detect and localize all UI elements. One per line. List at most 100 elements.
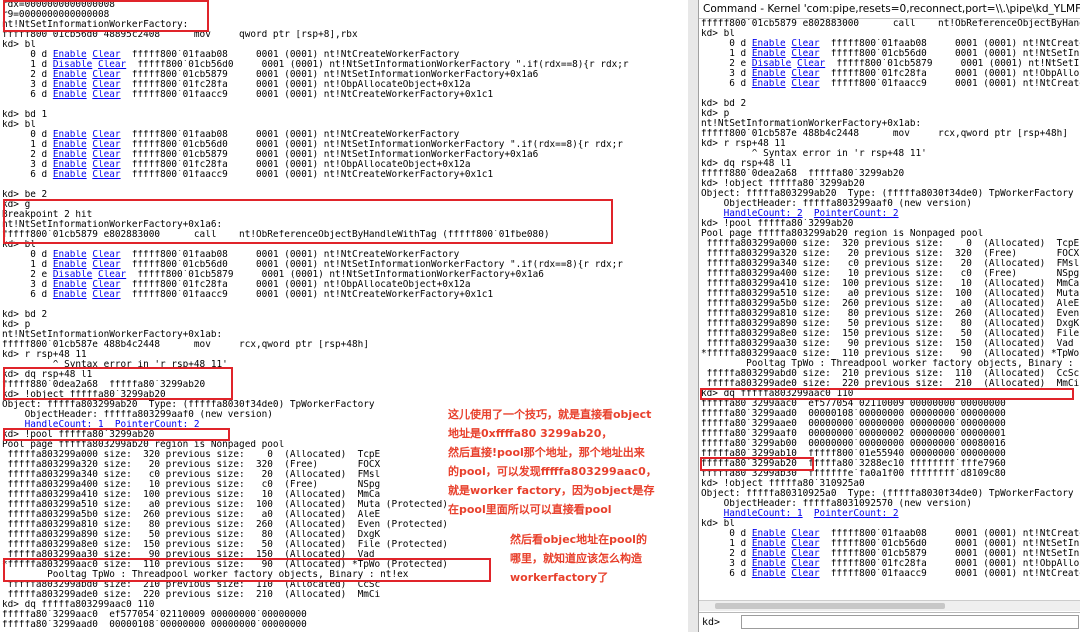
enable-link[interactable]: Enable: [53, 150, 87, 160]
clear-link[interactable]: Clear: [92, 290, 120, 300]
clear-link[interactable]: Clear: [791, 559, 819, 569]
enable-link[interactable]: Enable: [53, 260, 87, 270]
clear-link[interactable]: Clear: [92, 160, 120, 170]
clear-link[interactable]: Clear: [92, 50, 120, 60]
clear-link[interactable]: Clear: [92, 130, 120, 140]
enable-link[interactable]: Enable: [53, 280, 87, 290]
output-line: 2 d Enable Clear fffff800`01cb5879 0001 …: [2, 70, 539, 80]
clear-link[interactable]: Clear: [791, 549, 819, 559]
clear-link[interactable]: Clear: [92, 70, 120, 80]
enable-link[interactable]: Enable: [752, 529, 786, 539]
enable-link[interactable]: Enable: [752, 549, 786, 559]
output-line: 6 d Enable Clear fffff800`01faacc9 0001 …: [701, 79, 1080, 89]
output-line: 3 d Enable Clear fffff800`01fc28fa 0001 …: [2, 80, 471, 90]
enable-link[interactable]: Enable: [53, 70, 87, 80]
clear-link[interactable]: Clear: [791, 79, 819, 89]
clear-link[interactable]: Clear: [791, 39, 819, 49]
enable-link[interactable]: Enable: [53, 160, 87, 170]
enable-link[interactable]: Enable: [53, 290, 87, 300]
enable-link[interactable]: Enable: [53, 130, 87, 140]
output-line: kd> bl: [2, 120, 36, 130]
enable-link[interactable]: Enable: [53, 90, 87, 100]
clear-link[interactable]: Clear: [791, 529, 819, 539]
disable-link[interactable]: Disable: [53, 270, 93, 280]
right-output-lines: fffff800`01cb5879 e802883000 call nt!ObR…: [701, 19, 1080, 579]
clear-link[interactable]: Clear: [92, 90, 120, 100]
output-line: Pooltag TpWo : Threadpool worker factory…: [701, 359, 1080, 369]
clear-link[interactable]: Clear: [791, 69, 819, 79]
enable-link[interactable]: Enable: [53, 140, 87, 150]
clear-link[interactable]: Clear: [92, 170, 120, 180]
clear-link[interactable]: Clear: [791, 49, 819, 59]
enable-link[interactable]: Enable: [752, 69, 786, 79]
enable-link[interactable]: Enable: [53, 170, 87, 180]
clear-link[interactable]: Clear: [797, 59, 825, 69]
annotation-note-construct: 然后看objec地址在pool的 哪里，就知道应该怎么构造 workerfact…: [510, 533, 647, 584]
output-line: fffffa803299a410 size: 100 previous size…: [701, 279, 1080, 289]
output-line: fffffa80`3299aaf0 00000000`00000002 0000…: [701, 429, 1006, 439]
pointercount-link[interactable]: PointerCount: 2: [814, 209, 899, 219]
output-line: kd> g: [2, 200, 31, 210]
clear-link[interactable]: Clear: [98, 60, 126, 70]
output-line: nt!NtSetInformationWorkerFactory+0x1ab:: [701, 119, 922, 129]
output-line: fffffa80`3299ab10 fffff800`01e55940 0000…: [701, 449, 1006, 459]
clear-link[interactable]: Clear: [92, 260, 120, 270]
handlecount-link[interactable]: HandleCount: 2: [724, 209, 803, 219]
output-line: kd> !pool fffffa80`3299ab20: [701, 219, 854, 229]
enable-link[interactable]: Enable: [752, 39, 786, 49]
output-line: Breakpoint 2 hit: [2, 210, 93, 220]
output-line: nt!NtSetInformationWorkerFactory+0x1ab:: [2, 330, 223, 340]
disable-link[interactable]: Disable: [53, 60, 93, 70]
output-line: fffffa803299a340 size: c0 previous size:…: [701, 259, 1080, 269]
output-line: ^ Syntax error in 'r rsp+48 11': [2, 360, 228, 370]
output-line: 0 d Enable Clear fffff800`01faab08 0001 …: [2, 130, 460, 140]
output-line: fffffa803299ade0 size: 220 previous size…: [2, 590, 381, 600]
output-line: fffffa80`3299aac0 ef577054`02110009 0000…: [701, 399, 1006, 409]
clear-link[interactable]: Clear: [92, 250, 120, 260]
handlecount-link[interactable]: HandleCount: 1: [25, 420, 104, 430]
output-line: fffffa803299a320 size: 20 previous size:…: [701, 249, 1080, 259]
enable-link[interactable]: Enable: [752, 559, 786, 569]
enable-link[interactable]: Enable: [752, 79, 786, 89]
clear-link[interactable]: Clear: [92, 280, 120, 290]
output-line: 3 d Enable Clear fffff800`01fc28fa 0001 …: [701, 69, 1080, 79]
windbg-command-window[interactable]: Command - Kernel 'com:pipe,resets=0,reco…: [698, 0, 1080, 632]
clear-link[interactable]: Clear: [791, 539, 819, 549]
command-input[interactable]: [741, 615, 1079, 629]
horizontal-scrollbar[interactable]: [699, 600, 1080, 611]
clear-link[interactable]: Clear: [92, 80, 120, 90]
disable-link[interactable]: Disable: [752, 59, 792, 69]
output-line: kd> bl: [2, 240, 36, 250]
output-line: fffff800`01cb56d0 48895c2408 mov qword p…: [2, 30, 358, 40]
output-line: kd> r rsp+48 11: [701, 139, 786, 149]
clear-link[interactable]: Clear: [92, 140, 120, 150]
command-bar: kd>: [699, 612, 1080, 632]
pointercount-link[interactable]: PointerCount: 2: [115, 420, 200, 430]
enable-link[interactable]: Enable: [53, 250, 87, 260]
output-line: fffffa80`3299ab20 fffffa80`3288ec10 ffff…: [701, 459, 1006, 469]
pointercount-link[interactable]: PointerCount: 2: [814, 509, 899, 519]
enable-link[interactable]: Enable: [752, 539, 786, 549]
scrollbar-thumb[interactable]: [715, 603, 945, 609]
enable-link[interactable]: Enable: [752, 49, 786, 59]
enable-link[interactable]: Enable: [53, 80, 87, 90]
output-line: fffffa803299ade0 size: 220 previous size…: [701, 379, 1080, 389]
output-line: kd> dq rsp+48 l1: [701, 159, 792, 169]
clear-link[interactable]: Clear: [791, 569, 819, 579]
enable-link[interactable]: Enable: [53, 50, 87, 60]
handlecount-link[interactable]: HandleCount: 1: [724, 509, 803, 519]
output-line: kd> p: [701, 109, 730, 119]
output-line: 6 d Enable Clear fffff800`01faacc9 0001 …: [2, 90, 494, 100]
clear-link[interactable]: Clear: [98, 270, 126, 280]
output-line: 1 d Enable Clear fffff800`01cb56d0 0001 …: [701, 539, 1080, 549]
output-line: fffff800`01cb5879 e802883000 call nt!ObR…: [701, 19, 1080, 29]
output-line: kd> bl: [701, 519, 735, 529]
output-line: fffff800`01cb5879 e802883000 call nt!ObR…: [2, 230, 550, 240]
output-line: 1 d Enable Clear fffff800`01cb56d0 0001 …: [2, 260, 623, 270]
clear-link[interactable]: Clear: [92, 150, 120, 160]
kernel-debug-output-left[interactable]: rdx=0000000000000008 r9=0000000000000008 n…: [0, 0, 688, 632]
output-line: 6 d Enable Clear fffff800`01faacc9 0001 …: [2, 170, 494, 180]
enable-link[interactable]: Enable: [752, 569, 786, 579]
